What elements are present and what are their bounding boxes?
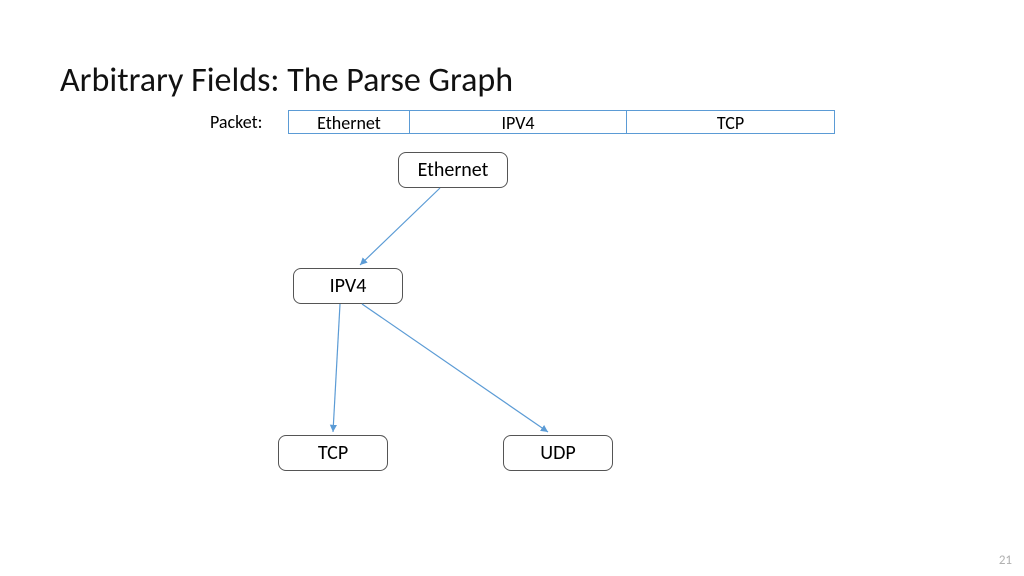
slide-title: Arbitrary Fields: The Parse Graph: [60, 60, 513, 101]
node-ipv4: IPV4: [293, 268, 403, 304]
edge-ipv4-tcp: [333, 304, 340, 432]
page-number: 21: [999, 553, 1012, 568]
packet-cell-ethernet: Ethernet: [289, 111, 409, 133]
packet-cell-ipv4: IPV4: [409, 111, 626, 133]
node-tcp: TCP: [278, 435, 388, 471]
node-ethernet: Ethernet: [398, 152, 508, 188]
packet-row: Ethernet IPV4 TCP: [288, 110, 835, 134]
packet-label: Packet:: [210, 111, 262, 133]
packet-cell-tcp: TCP: [626, 111, 834, 133]
node-udp: UDP: [503, 435, 613, 471]
slide: Arbitrary Fields: The Parse Graph Packet…: [0, 0, 1024, 576]
edge-ethernet-ipv4: [360, 188, 440, 265]
edge-ipv4-udp: [362, 304, 548, 432]
